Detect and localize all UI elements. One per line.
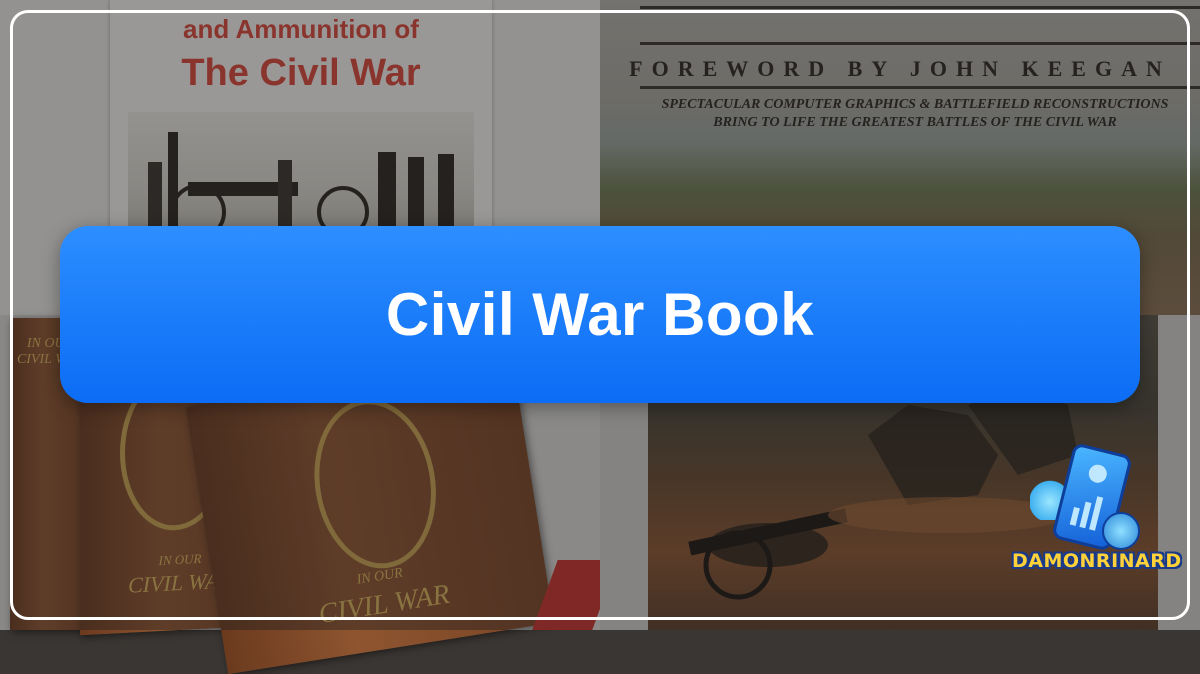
coin-icon <box>1102 512 1140 550</box>
brand-logo: DAMONRINARD <box>1012 442 1182 594</box>
title-banner: Civil War Book <box>60 226 1140 403</box>
logo-wordmark: DAMONRINARD <box>1012 550 1182 572</box>
page-title: Civil War Book <box>385 281 815 348</box>
